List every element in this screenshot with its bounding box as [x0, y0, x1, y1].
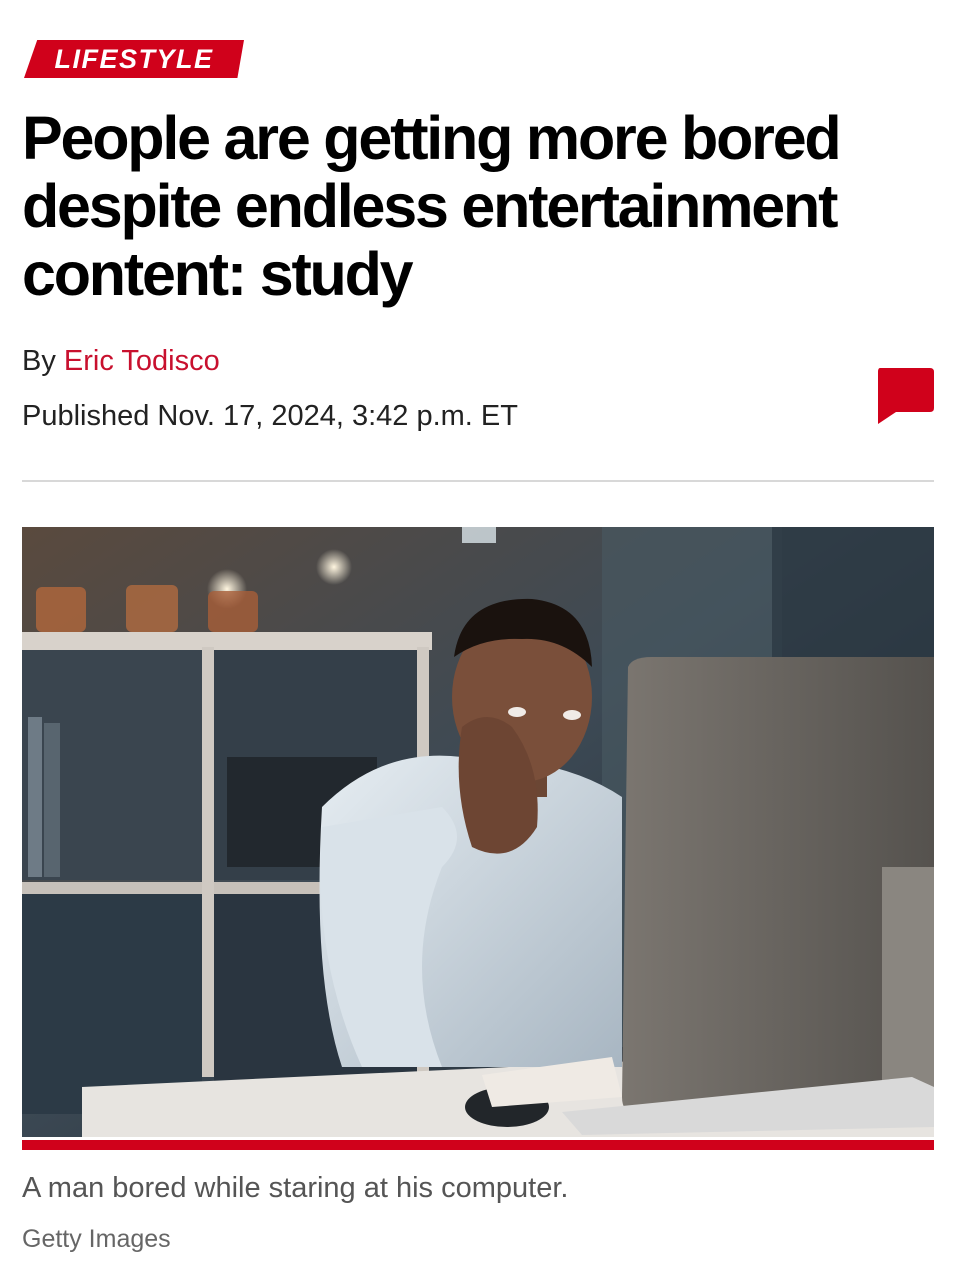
article-page: LIFESTYLE People are getting more bored …	[0, 0, 956, 1280]
photo-credit: Getty Images	[22, 1225, 171, 1253]
section-label: LIFESTYLE	[54, 43, 214, 74]
headline: People are getting more bored despite en…	[22, 104, 842, 308]
photo-illustration	[22, 527, 934, 1137]
publish-date: Published Nov. 17, 2024, 3:42 p.m. ET	[22, 400, 518, 432]
photo-caption: A man bored while staring at his compute…	[22, 1172, 569, 1204]
article-photo[interactable]	[22, 527, 934, 1137]
comments-button[interactable]	[874, 366, 936, 426]
header-divider	[22, 480, 934, 482]
byline-prefix: By	[22, 345, 56, 377]
byline: By Eric Todisco	[22, 345, 220, 378]
photo-accent-bar	[22, 1140, 934, 1150]
author-link[interactable]: Eric Todisco	[64, 345, 220, 377]
section-tag[interactable]: LIFESTYLE	[24, 40, 244, 78]
comment-bubble-icon	[878, 368, 934, 424]
